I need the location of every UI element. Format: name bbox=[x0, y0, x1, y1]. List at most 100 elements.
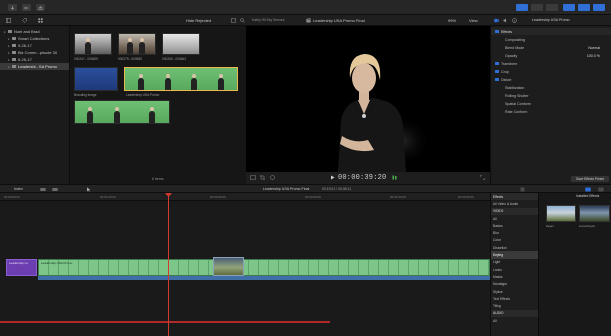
inspector-row[interactable]: Spatial Conform bbox=[491, 100, 611, 107]
effects-category[interactable]: Distortion bbox=[491, 244, 538, 251]
audio-skimming-icon[interactable] bbox=[520, 187, 525, 192]
timeline-toggle-button[interactable] bbox=[578, 4, 590, 11]
titles-toggle-button[interactable] bbox=[546, 4, 558, 11]
effects-category[interactable]: Stylize bbox=[491, 288, 538, 295]
viewer-controls: 00:00:39:20 bbox=[246, 172, 490, 184]
filmstrip-icon[interactable] bbox=[231, 18, 236, 23]
search-icon[interactable] bbox=[240, 18, 245, 23]
speed-icon[interactable] bbox=[270, 175, 275, 180]
sidebar-item[interactable]: ▸ Noel and Brad bbox=[0, 28, 69, 35]
effects-browser-toggle-icon[interactable] bbox=[585, 187, 591, 192]
clip-filmstrip[interactable] bbox=[124, 67, 238, 91]
playhead[interactable] bbox=[168, 193, 169, 336]
clip-thumbnail[interactable] bbox=[118, 33, 156, 55]
view-dropdown[interactable]: View bbox=[469, 18, 478, 23]
play-icon[interactable] bbox=[330, 175, 335, 180]
inspector-row[interactable]: Compositing bbox=[491, 36, 611, 43]
ruler-tick-label: 00:00:20:00 bbox=[210, 194, 226, 199]
effects-section-header: AUDIO bbox=[491, 309, 538, 318]
sidebar-item-label: Leadershi...SA Promo bbox=[18, 64, 57, 69]
sidebar-item[interactable]: ▸ Smart Collections bbox=[0, 35, 69, 42]
effects-category[interactable]: Basics bbox=[491, 222, 538, 229]
effects-category[interactable]: All bbox=[491, 317, 538, 324]
effect-thumbnail[interactable] bbox=[546, 205, 576, 222]
browser-filter-dropdown[interactable]: Hide Rejected bbox=[186, 18, 211, 23]
inspector-row[interactable]: Transform bbox=[491, 60, 611, 67]
primary-storyline-clip[interactable]: Leadership USA Promo bbox=[38, 259, 490, 276]
grid-icon[interactable] bbox=[38, 18, 43, 23]
inspector-row[interactable]: Effects bbox=[491, 28, 611, 35]
timeline-ruler[interactable]: 00:00:00:00 00:00:10:00 00:00:20:00 00:0… bbox=[0, 193, 490, 201]
viewer-options-icon[interactable] bbox=[250, 175, 256, 180]
append-icon[interactable] bbox=[40, 187, 46, 192]
inspector-row-value[interactable]: 100.0 % bbox=[587, 54, 600, 58]
effects-category[interactable]: Text Effects bbox=[491, 295, 538, 302]
photos-toggle-button[interactable] bbox=[531, 4, 543, 11]
browser-toggle-button[interactable] bbox=[563, 4, 575, 11]
keyword-button[interactable] bbox=[22, 4, 31, 11]
clip-thumbnail[interactable] bbox=[162, 33, 200, 55]
effects-category[interactable]: Blur bbox=[491, 229, 538, 236]
sidebar-item[interactable]: ▸ 9-26-17 bbox=[0, 42, 69, 49]
timeline[interactable]: 00:00:00:00 00:00:10:00 00:00:20:00 00:0… bbox=[0, 193, 490, 336]
inspector-row[interactable]: Rolling Shutter bbox=[491, 92, 611, 99]
effects-category[interactable]: Light bbox=[491, 259, 538, 266]
timeline-duration: 00:19:21 / 00:08:11 bbox=[322, 187, 351, 191]
viewer-canvas[interactable] bbox=[246, 26, 490, 172]
inspector-row[interactable]: Rate Conform bbox=[491, 108, 611, 115]
enable-checkbox[interactable] bbox=[495, 69, 499, 73]
sidebar-item[interactable]: ▸ Leadershi...SA Promo bbox=[0, 63, 69, 70]
sidebar-icon[interactable] bbox=[6, 18, 11, 23]
clip-filmstrip[interactable] bbox=[74, 100, 170, 124]
library-toggle-button[interactable] bbox=[516, 4, 528, 11]
select-tool-icon[interactable] bbox=[86, 187, 91, 192]
enable-checkbox[interactable] bbox=[495, 77, 499, 81]
inspector-row-value[interactable]: Normal bbox=[588, 46, 600, 50]
sidebar-item[interactable]: ▸ 8-25-17 bbox=[0, 56, 69, 63]
effects-category[interactable]: Masks bbox=[491, 273, 538, 280]
effects-category[interactable]: Color bbox=[491, 237, 538, 244]
inspector-row[interactable]: Crop bbox=[491, 68, 611, 75]
insert-icon[interactable] bbox=[52, 187, 58, 192]
info-icon[interactable] bbox=[512, 18, 517, 23]
zoom-dropdown[interactable]: 99% bbox=[448, 18, 456, 23]
effects-category[interactable]: Tiling bbox=[491, 302, 538, 309]
effects-category[interactable]: All bbox=[491, 215, 538, 222]
enable-checkbox[interactable] bbox=[495, 29, 499, 33]
clip-label: 000247...000629 bbox=[74, 57, 98, 61]
inspector-row[interactable]: Distort bbox=[491, 76, 611, 83]
effects-category[interactable]: All Video & Audio bbox=[491, 200, 538, 207]
inspector-title: Leadership USA Promo bbox=[532, 18, 570, 22]
audio-inspector-icon[interactable] bbox=[503, 18, 508, 23]
effects-category[interactable]: Nostalgia bbox=[491, 281, 538, 288]
app-toolbar bbox=[0, 0, 611, 15]
clip-thumbnail[interactable] bbox=[74, 33, 112, 55]
clip-label: Leadership USA Promo bbox=[126, 93, 160, 97]
connected-clip[interactable] bbox=[213, 257, 244, 276]
inspector-row-label: Distort bbox=[501, 77, 512, 82]
transitions-browser-icon[interactable] bbox=[598, 187, 604, 192]
effects-category-list: Effects All Video & Audio VIDEO All Basics B… bbox=[491, 193, 539, 336]
crop-icon[interactable] bbox=[260, 175, 265, 180]
index-button[interactable]: Index bbox=[14, 187, 23, 191]
inspector-toggle-button[interactable] bbox=[593, 4, 605, 11]
title-clip[interactable]: Leadership Lo bbox=[6, 259, 37, 276]
tag-icon[interactable] bbox=[22, 18, 27, 23]
inspector-row[interactable]: Stabilization bbox=[491, 84, 611, 91]
import-button[interactable] bbox=[8, 4, 17, 11]
inspector-row[interactable]: Opacity 100.0 % bbox=[491, 52, 611, 59]
clip-thumbnail[interactable] bbox=[74, 67, 118, 91]
save-effects-preset-button[interactable]: Save Effects Preset bbox=[571, 176, 609, 182]
video-inspector-icon[interactable] bbox=[494, 18, 499, 23]
sidebar-item[interactable]: ▸ Biz Comm...pisode 30 bbox=[0, 49, 69, 56]
effects-category[interactable]: Looks bbox=[491, 266, 538, 273]
effects-category[interactable]: Keying bbox=[491, 251, 538, 259]
enable-checkbox[interactable] bbox=[495, 61, 499, 65]
viewer-clip-title: Kathy Hil Sky Scenes bbox=[252, 18, 285, 22]
share-button[interactable] bbox=[36, 4, 45, 11]
ruler-tick-label: 00:00:30:00 bbox=[305, 194, 321, 199]
fullscreen-icon[interactable] bbox=[480, 175, 485, 180]
browser-header: Hide Rejected Kathy Hil Sky Scenes Leade… bbox=[0, 15, 611, 26]
inspector-row[interactable]: Blend Mode Normal bbox=[491, 44, 611, 51]
effect-thumbnail[interactable] bbox=[579, 205, 610, 222]
